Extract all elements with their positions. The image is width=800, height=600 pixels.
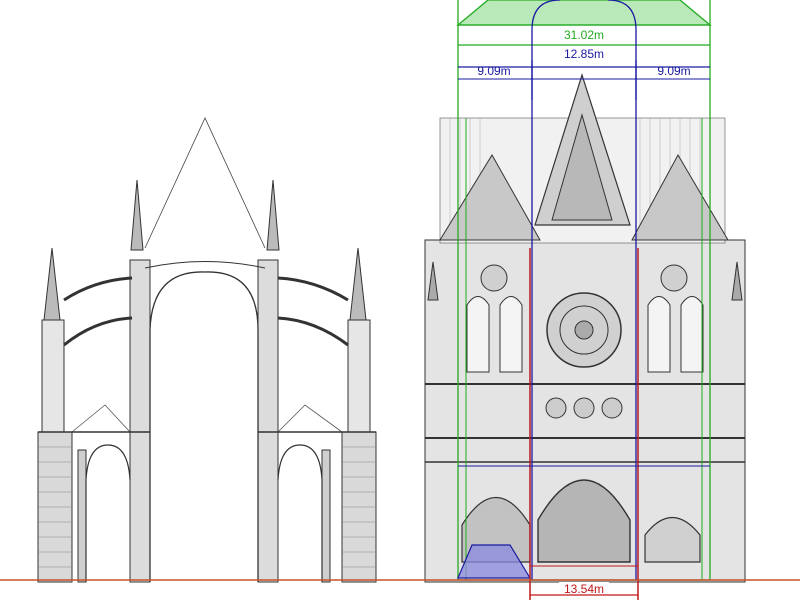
cross-section-drawing xyxy=(37,117,377,583)
green-top-shape xyxy=(456,0,712,26)
right-aisle-width-label: 9.09m xyxy=(657,64,690,78)
architecture-comparison-canvas: 31.02m 12.85m 9.09m 9.09m 13.54m xyxy=(0,0,800,600)
right-inner-pinnacle xyxy=(266,179,280,251)
roof-outline xyxy=(144,117,266,249)
left-rose-window xyxy=(480,264,508,292)
left-inner-pinnacle xyxy=(130,179,144,251)
total-width-label: 31.02m xyxy=(564,28,604,42)
west-facade-drawing xyxy=(424,73,746,583)
nave-width-label: 12.85m xyxy=(564,47,604,61)
left-aisle-vault xyxy=(85,444,131,582)
left-outer-pinnacle xyxy=(43,247,61,321)
right-flying-buttress-upper xyxy=(277,276,349,302)
right-aisle-pier xyxy=(321,449,331,583)
nave-vault xyxy=(149,271,259,582)
left-flying-buttress-lower xyxy=(63,316,133,347)
right-outer-pinnacle xyxy=(349,247,367,321)
left-flying-buttress-upper xyxy=(63,276,133,302)
left-aisle-pier xyxy=(77,449,87,583)
right-aisle-vault xyxy=(277,444,323,582)
left-aisle-width-label: 9.09m xyxy=(477,64,510,78)
right-rose-window xyxy=(660,264,688,292)
portal-width-label: 13.54m xyxy=(564,582,604,596)
right-flying-buttress-lower xyxy=(277,316,349,347)
left-main-pier xyxy=(129,259,151,583)
right-main-pier xyxy=(257,259,279,583)
